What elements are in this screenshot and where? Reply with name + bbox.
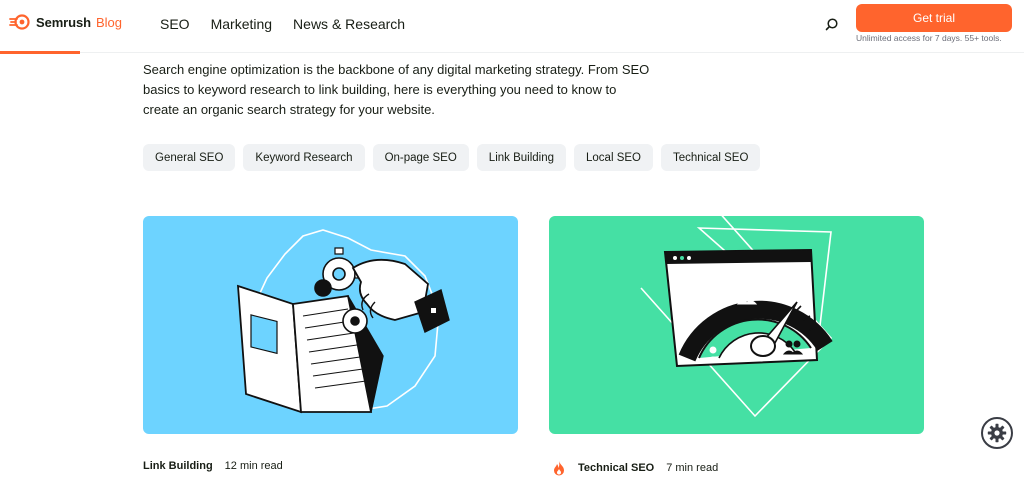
tag-on-page-seo[interactable]: On-page SEO [372, 144, 469, 171]
link-building-illustration [237, 229, 450, 414]
gear-icon[interactable] [981, 417, 1013, 449]
article-card-technical-seo[interactable] [549, 216, 924, 434]
tag-general-seo[interactable]: General SEO [143, 144, 236, 171]
card-read-time: 12 min read [224, 460, 283, 472]
main-nav: SEO Marketing News & Research [160, 16, 405, 32]
intro-text: Search engine optimization is the backbo… [143, 62, 650, 117]
trial-subtext: Unlimited access for 7 days. 55+ tools. [856, 33, 1002, 43]
search-icon[interactable] [824, 17, 840, 33]
card-category[interactable]: Link Building [143, 460, 213, 472]
tag-local-seo[interactable]: Local SEO [574, 144, 653, 171]
nav-item-news-research[interactable]: News & Research [293, 16, 405, 32]
card-category[interactable]: Technical SEO [578, 462, 654, 474]
get-trial-button[interactable]: Get trial [856, 4, 1012, 32]
fire-icon [552, 460, 566, 476]
active-underline [0, 51, 80, 54]
tag-technical-seo[interactable]: Technical SEO [661, 144, 761, 171]
logo-blog-text: Blog [95, 14, 122, 30]
nav-item-seo[interactable]: SEO [160, 16, 190, 32]
article-card-link-building[interactable] [143, 216, 518, 434]
technical-seo-illustration [640, 216, 833, 418]
site-header: Semrush Blog SEO Marketing News & Resear… [0, 0, 1024, 54]
card-meta-technical-seo: Technical SEO 7 min read [552, 460, 718, 476]
card-meta-link-building: Link Building 12 min read [143, 460, 283, 472]
semrush-logo-icon [9, 14, 31, 30]
tag-keyword-research[interactable]: Keyword Research [243, 144, 365, 171]
card-read-time: 7 min read [666, 462, 719, 474]
semrush-blog-logo[interactable]: Semrush Blog [9, 14, 122, 30]
logo-brand-text: Semrush [36, 14, 91, 30]
tag-link-building[interactable]: Link Building [476, 144, 567, 171]
topic-tags: General SEO Keyword Research On-page SEO… [143, 144, 761, 171]
nav-item-marketing[interactable]: Marketing [211, 16, 272, 32]
